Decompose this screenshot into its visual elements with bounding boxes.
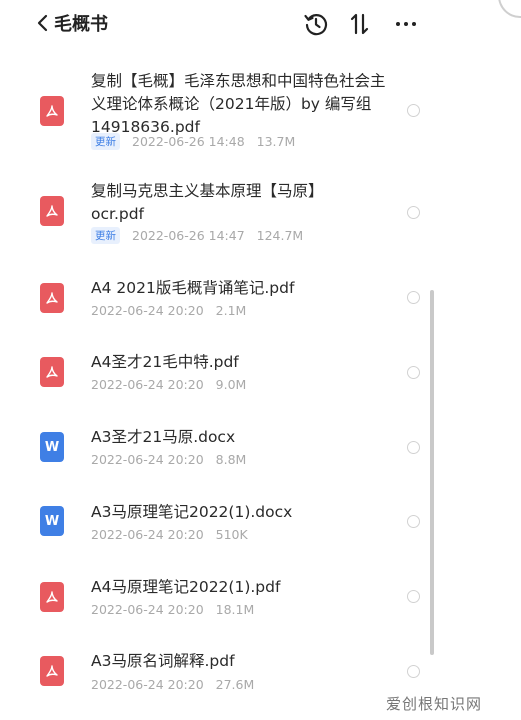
file-meta: 2022-06-24 20:20 9.0M xyxy=(91,377,246,392)
file-size: 8.8M xyxy=(215,452,247,467)
scrollbar[interactable] xyxy=(430,290,434,655)
select-radio[interactable] xyxy=(407,665,420,678)
file-meta: 更新 2022-06-26 14:48 13.7M xyxy=(91,133,295,150)
pdf-file-icon xyxy=(40,656,64,686)
file-name: A4圣才21毛中特.pdf xyxy=(91,353,239,371)
select-radio[interactable] xyxy=(407,366,420,379)
file-date: 2022-06-26 14:48 xyxy=(132,134,245,149)
file-date: 2022-06-26 14:47 xyxy=(132,228,245,243)
file-date: 2022-06-24 20:20 xyxy=(91,377,204,392)
file-name: A4马原理笔记2022(1).pdf xyxy=(91,578,281,596)
file-date: 2022-06-24 20:20 xyxy=(91,677,204,692)
file-name: A3马原名词解释.pdf xyxy=(91,652,235,670)
pdf-file-icon xyxy=(40,357,64,387)
file-meta: 更新 2022-06-26 14:47 124.7M xyxy=(91,227,303,244)
file-size: 13.7M xyxy=(256,134,296,149)
file-size: 124.7M xyxy=(256,228,304,243)
file-meta: 2022-06-24 20:20 2.1M xyxy=(91,303,246,318)
file-name: A3马原理笔记2022(1).docx xyxy=(91,503,293,521)
file-date: 2022-06-24 20:20 xyxy=(91,452,204,467)
select-radio[interactable] xyxy=(407,206,420,219)
file-date: 2022-06-24 20:20 xyxy=(91,527,204,542)
file-date: 2022-06-24 20:20 xyxy=(91,602,204,617)
file-name: A3圣才21马原.docx xyxy=(91,428,236,446)
file-meta: 2022-06-24 20:20 510K xyxy=(91,527,248,542)
word-file-icon: W xyxy=(40,506,64,536)
file-meta: 2022-06-24 20:20 8.8M xyxy=(91,452,246,467)
pdf-file-icon xyxy=(40,283,64,313)
file-size: 18.1M xyxy=(215,602,255,617)
pdf-file-icon xyxy=(40,582,64,612)
file-date: 2022-06-24 20:20 xyxy=(91,303,204,318)
update-badge: 更新 xyxy=(91,133,120,150)
file-name: 复制【毛概】毛泽东思想和中国特色社会主义理论体系概论（2021年版）by 编写组… xyxy=(91,72,386,136)
file-meta: 2022-06-24 20:20 27.6M xyxy=(91,677,254,692)
watermark-text: 爱创根知识网 xyxy=(386,695,483,713)
file-size: 27.6M xyxy=(215,677,255,692)
select-radio[interactable] xyxy=(407,441,420,454)
select-radio[interactable] xyxy=(407,104,420,117)
word-file-icon: W xyxy=(40,432,64,462)
file-size: 510K xyxy=(215,527,248,542)
file-name: 复制马克思主义基本原理【马原】ocr.pdf xyxy=(91,182,324,223)
file-name: A4 2021版毛概背诵笔记.pdf xyxy=(91,279,295,297)
file-size: 9.0M xyxy=(215,377,247,392)
pdf-file-icon xyxy=(40,96,64,126)
select-radio[interactable] xyxy=(407,291,420,304)
pdf-file-icon xyxy=(40,196,64,226)
select-radio[interactable] xyxy=(407,515,420,528)
file-meta: 2022-06-24 20:20 18.1M xyxy=(91,602,254,617)
file-size: 2.1M xyxy=(215,303,247,318)
select-radio[interactable] xyxy=(407,590,420,603)
update-badge: 更新 xyxy=(91,227,120,244)
file-list: 复制【毛概】毛泽东思想和中国特色社会主义理论体系概论（2021年版）by 编写组… xyxy=(0,0,521,720)
